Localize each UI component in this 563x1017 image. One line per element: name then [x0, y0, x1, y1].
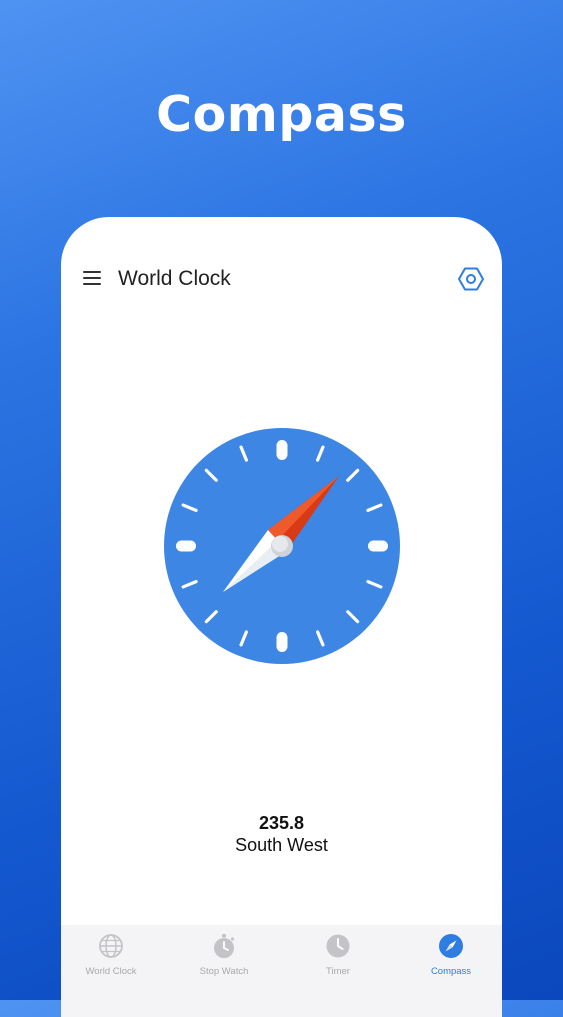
compass-icon — [439, 934, 463, 958]
nav-item-world-clock[interactable]: World Clock — [61, 925, 166, 995]
stopwatch-icon — [214, 934, 235, 958]
nav-label-timer: Timer — [326, 966, 350, 977]
heading-direction: South West — [235, 835, 328, 855]
nav-item-compass[interactable]: Compass — [396, 925, 502, 995]
nav-label-world-clock: World Clock — [85, 966, 137, 977]
promo-title: Compass — [156, 86, 407, 143]
nav-label-compass: Compass — [430, 966, 472, 977]
nav-label-stop-watch: Stop Watch — [199, 966, 249, 977]
phone-frame: World Clock 235.8 South West World Clock… — [61, 217, 502, 1017]
settings-icon[interactable] — [458, 266, 484, 292]
menu-icon[interactable] — [83, 269, 103, 287]
app-title: World Clock — [118, 267, 231, 290]
nav-item-stop-watch[interactable]: Stop Watch — [169, 925, 279, 995]
bottom-nav: World Clock Stop Watch Timer Compass — [61, 925, 502, 1017]
compass-cardinal-mark — [276, 632, 288, 652]
compass-cardinal-mark — [176, 540, 196, 552]
globe-icon — [99, 934, 123, 958]
heading-value: 235.8 — [258, 813, 305, 833]
app-bar: World Clock — [61, 217, 502, 341]
clock-icon — [326, 934, 350, 958]
compass-cardinal-mark — [276, 440, 288, 460]
compass-cardinal-mark — [368, 540, 388, 552]
nav-item-timer[interactable]: Timer — [283, 925, 393, 995]
compass-dial — [163, 427, 401, 665]
